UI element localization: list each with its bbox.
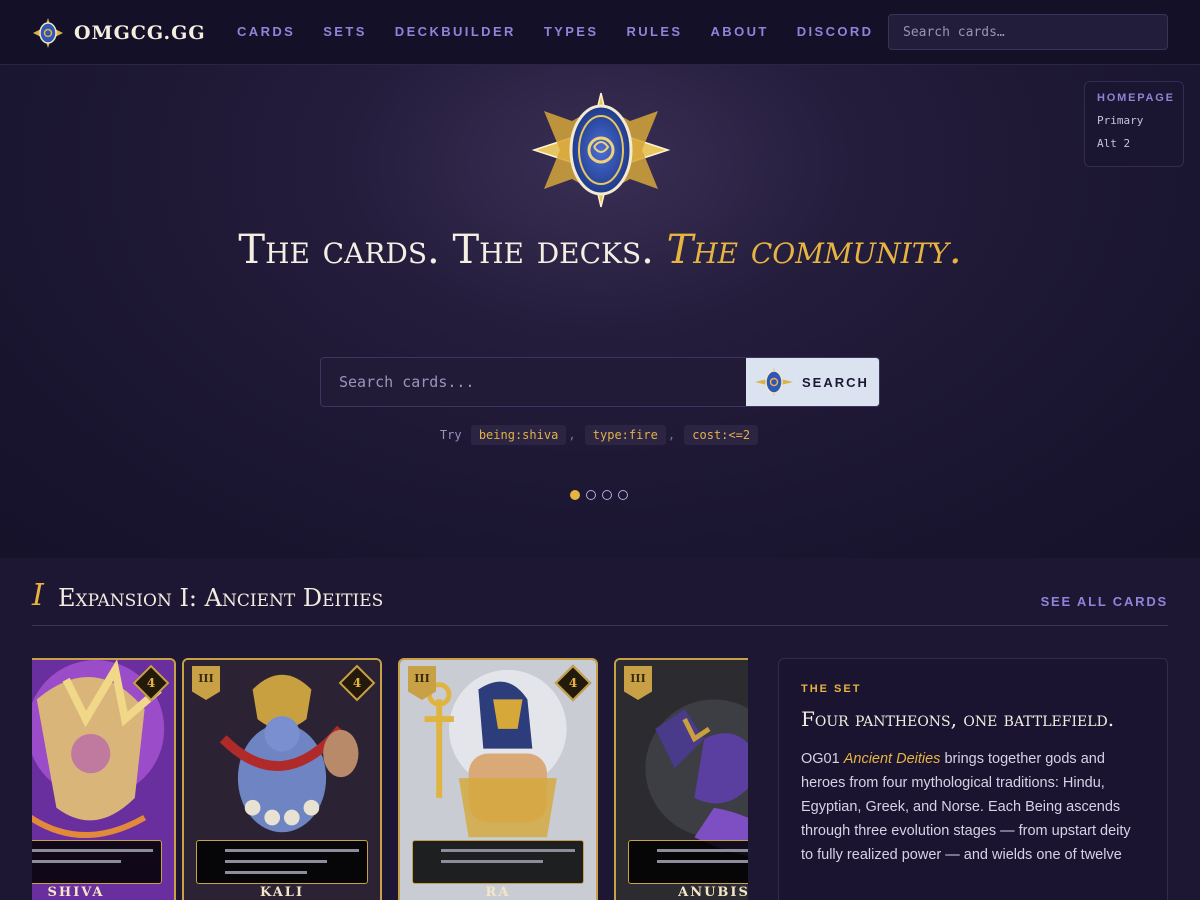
- search-button-label: SEARCH: [802, 374, 869, 390]
- carousel-dot[interactable]: [618, 490, 628, 500]
- nav-link-about[interactable]: ABOUT: [711, 24, 769, 39]
- hint-separator: ,: [667, 428, 676, 442]
- card-anubis[interactable]: III ANUBIS: [614, 658, 748, 900]
- carousel-dot[interactable]: [602, 490, 612, 500]
- theme-option-primary[interactable]: Primary: [1097, 114, 1171, 127]
- nav-link-sets[interactable]: SETS: [323, 24, 367, 39]
- card-cost: 4: [568, 676, 578, 690]
- theme-switcher-heading: HOMEPAGE: [1097, 92, 1175, 104]
- hero-title-accent: The community.: [666, 227, 962, 273]
- carousel-dot[interactable]: [586, 490, 596, 500]
- hint-separator: ,: [568, 428, 576, 442]
- nav-link-deckbuilder[interactable]: DECKBUILDER: [395, 24, 516, 39]
- homepage-theme-switcher: HOMEPAGE Primary Alt 2: [1084, 81, 1184, 167]
- card-cost: 4: [146, 676, 156, 690]
- set-panel-body-emphasis: Ancient Deities: [843, 751, 941, 767]
- set-info-panel: THE SET Four pantheons, one battlefield.…: [778, 658, 1168, 900]
- card-ra[interactable]: III 4 RA: [398, 658, 598, 900]
- expansion-title: Expansion I: Ancient Deities: [58, 584, 384, 612]
- hint-chip[interactable]: type:fire: [584, 425, 666, 445]
- brand[interactable]: OMGCG.GG: [32, 17, 206, 49]
- card-cost: 4: [352, 676, 362, 690]
- carousel-dots: [570, 490, 634, 500]
- hint-chip[interactable]: being:shiva: [470, 425, 567, 445]
- brand-name: OMGCG.GG: [74, 22, 206, 44]
- nav-link-discord[interactable]: DISCORD: [797, 24, 874, 39]
- theme-option-alt-2[interactable]: Alt 2: [1097, 137, 1171, 150]
- set-panel-kicker: THE SET: [801, 683, 862, 695]
- set-panel-body-prefix: OG01: [801, 751, 844, 767]
- see-all-cards-link[interactable]: SEE ALL CARDS: [1041, 594, 1168, 609]
- hero-title-main: The cards. The decks.: [238, 227, 667, 273]
- expansion-header: I Expansion I: Ancient Deities SEE ALL C…: [32, 578, 1168, 626]
- emblem-icon: [531, 92, 671, 208]
- hint-prefix: Try: [439, 428, 462, 442]
- nav-link-types[interactable]: TYPES: [544, 24, 599, 39]
- nav-link-cards[interactable]: CARDS: [237, 24, 295, 39]
- omgcg-logo-icon: [33, 18, 63, 48]
- card-kali[interactable]: III 4 KALI: [182, 658, 382, 900]
- nav-search-input[interactable]: [888, 14, 1168, 50]
- card-textbox: [412, 840, 584, 884]
- set-panel-body: OG01 Ancient Deities brings together god…: [801, 747, 1145, 867]
- hero-title: The cards. The decks. The community.: [200, 225, 1000, 275]
- card-textbox: [32, 840, 162, 884]
- card-name: KALI: [259, 885, 305, 900]
- card-carousel: 4 SHIVA III 4 KALI III 4 RA III ANUBIS: [32, 658, 748, 900]
- hero-section: The cards. The decks. The community. SEA…: [0, 65, 1200, 558]
- hero-search-input[interactable]: [321, 358, 746, 406]
- top-navbar: OMGCG.GG CARDS SETS DECKBUILDER TYPES RU…: [0, 0, 1200, 65]
- set-panel-body-text: brings together gods and heroes from fou…: [801, 751, 1131, 863]
- expansion-number: I: [32, 578, 44, 613]
- hero-search-bar: SEARCH: [320, 357, 880, 407]
- nav-links: CARDS SETS DECKBUILDER TYPES RULES ABOUT…: [237, 24, 901, 39]
- nav-link-rules[interactable]: RULES: [626, 24, 682, 39]
- search-button[interactable]: SEARCH: [746, 358, 879, 406]
- card-name: ANUBIS: [678, 885, 748, 900]
- set-panel-heading: Four pantheons, one battlefield.: [801, 707, 1115, 731]
- hint-chip[interactable]: cost:<=2: [684, 425, 759, 445]
- card-name: RA: [485, 885, 511, 900]
- card-textbox: [196, 840, 368, 884]
- card-name: SHIVA: [47, 885, 105, 900]
- card-textbox: [628, 840, 748, 884]
- expansion-section: I Expansion I: Ancient Deities SEE ALL C…: [0, 558, 1200, 900]
- carousel-dot[interactable]: [570, 490, 580, 500]
- search-hint: Try being:shiva, type:fire, cost:<=2: [0, 425, 1200, 445]
- card-shiva[interactable]: 4 SHIVA: [32, 658, 176, 900]
- omgcg-logo-icon: [755, 368, 793, 396]
